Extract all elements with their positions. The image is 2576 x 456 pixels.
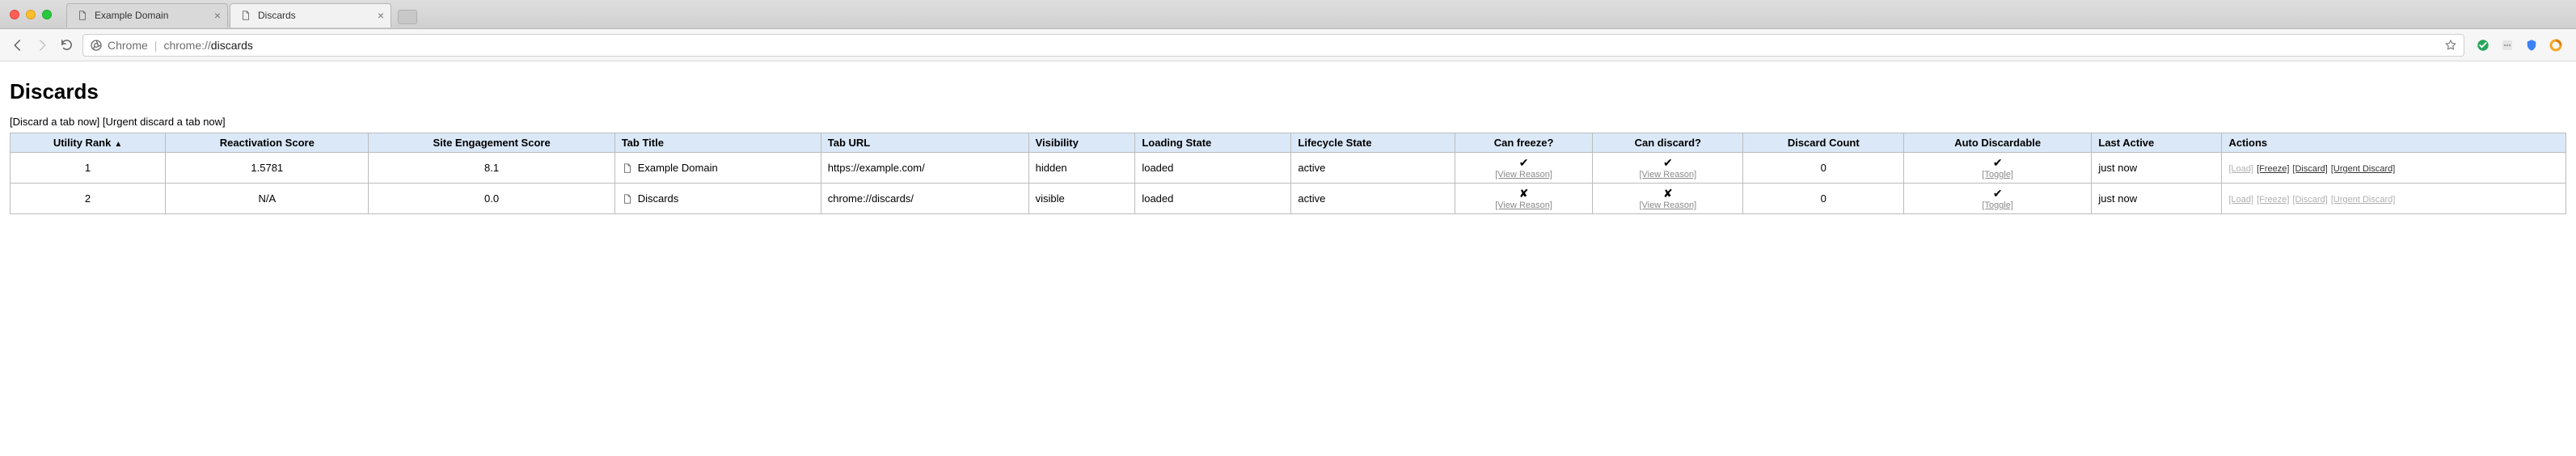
col-visibility[interactable]: Visibility bbox=[1028, 133, 1135, 153]
cell-loading-state: loaded bbox=[1135, 184, 1291, 214]
col-reactivation-score[interactable]: Reactivation Score bbox=[166, 133, 369, 153]
browser-tab[interactable]: Discards × bbox=[230, 3, 391, 27]
discard-tab-now-link[interactable]: [Discard a tab now] bbox=[10, 116, 99, 128]
cell-auto-discardable: ✔[Toggle] bbox=[1903, 184, 2091, 214]
cell-visibility: visible bbox=[1028, 184, 1135, 214]
cell-discard-count: 0 bbox=[1743, 153, 1904, 184]
cell-utility-rank: 1 bbox=[11, 153, 166, 184]
discards-table: Utility Rank Reactivation Score Site Eng… bbox=[10, 133, 2566, 214]
freeze-action: [Freeze] bbox=[2257, 195, 2289, 205]
reload-button[interactable] bbox=[58, 37, 74, 53]
cell-reactivation-score: 1.5781 bbox=[166, 153, 369, 184]
quick-action-row: [Discard a tab now] [Urgent discard a ta… bbox=[10, 116, 2566, 128]
load-action: [Load] bbox=[2228, 164, 2253, 174]
page-content: Discards [Discard a tab now] [Urgent dis… bbox=[0, 61, 2576, 214]
view-reason-link[interactable]: [View Reason] bbox=[1462, 170, 1586, 179]
col-can-freeze[interactable]: Can freeze? bbox=[1455, 133, 1593, 153]
cell-auto-discardable: ✔[Toggle] bbox=[1903, 153, 2091, 184]
titlebar: Example Domain × Discards × bbox=[0, 0, 2576, 29]
extension-shield-icon[interactable] bbox=[2524, 38, 2539, 53]
col-site-engagement[interactable]: Site Engagement Score bbox=[369, 133, 614, 153]
cell-can-freeze: ✔[View Reason] bbox=[1455, 153, 1593, 184]
new-tab-button[interactable] bbox=[398, 10, 417, 24]
cell-site-engagement: 0.0 bbox=[369, 184, 614, 214]
cell-last-active: just now bbox=[2092, 184, 2222, 214]
cell-tab-title: Example Domain bbox=[614, 153, 821, 184]
cell-can-discard: ✘[View Reason] bbox=[1593, 184, 1743, 214]
discard-action: [Discard] bbox=[2292, 195, 2327, 205]
cell-lifecycle-state: active bbox=[1291, 153, 1455, 184]
page-heading: Discards bbox=[10, 79, 2566, 104]
cell-site-engagement: 8.1 bbox=[369, 153, 614, 184]
cell-tab-url: https://example.com/ bbox=[821, 153, 1028, 184]
address-bar[interactable]: Chrome | chrome://discards bbox=[82, 34, 2464, 57]
page-icon bbox=[622, 193, 633, 205]
cell-loading-state: loaded bbox=[1135, 153, 1291, 184]
bookmark-star-icon[interactable] bbox=[2444, 39, 2457, 52]
window-controls bbox=[10, 10, 52, 19]
address-scheme-label: Chrome bbox=[108, 39, 148, 52]
col-discard-count[interactable]: Discard Count bbox=[1743, 133, 1904, 153]
col-tab-url[interactable]: Tab URL bbox=[821, 133, 1028, 153]
table-row: 11.57818.1Example Domainhttps://example.… bbox=[11, 153, 2566, 184]
cell-tab-url: chrome://discards/ bbox=[821, 184, 1028, 214]
toolbar: Chrome | chrome://discards bbox=[0, 29, 2576, 61]
toggle-link[interactable]: [Toggle] bbox=[1911, 201, 2084, 210]
load-action: [Load] bbox=[2228, 195, 2253, 205]
cell-lifecycle-state: active bbox=[1291, 184, 1455, 214]
urgent-discard-tab-now-link[interactable]: [Urgent discard a tab now] bbox=[103, 116, 226, 128]
browser-chrome: Example Domain × Discards × Chrome | chrome… bbox=[0, 0, 2576, 61]
extension-icons bbox=[2473, 38, 2566, 53]
minimize-window-button[interactable] bbox=[26, 10, 36, 19]
forward-button[interactable] bbox=[34, 37, 50, 53]
page-icon bbox=[622, 163, 633, 174]
back-button[interactable] bbox=[10, 37, 26, 53]
extension-generic-icon[interactable] bbox=[2500, 38, 2515, 53]
extension-orange-ring-icon[interactable] bbox=[2549, 38, 2563, 53]
col-can-discard[interactable]: Can discard? bbox=[1593, 133, 1743, 153]
tab-title: Example Domain bbox=[95, 10, 168, 21]
cell-tab-title: Discards bbox=[614, 184, 821, 214]
close-tab-icon[interactable]: × bbox=[378, 9, 384, 22]
close-tab-icon[interactable]: × bbox=[214, 9, 221, 22]
page-icon bbox=[77, 10, 88, 21]
cell-can-freeze: ✘[View Reason] bbox=[1455, 184, 1593, 214]
tab-title: Discards bbox=[258, 10, 296, 21]
cell-visibility: hidden bbox=[1028, 153, 1135, 184]
view-reason-link[interactable]: [View Reason] bbox=[1462, 201, 1586, 210]
table-header-row: Utility Rank Reactivation Score Site Eng… bbox=[11, 133, 2566, 153]
col-actions[interactable]: Actions bbox=[2222, 133, 2566, 153]
cell-actions: [Load] [Freeze][Discard] [Urgent Discard] bbox=[2222, 153, 2566, 184]
urgent-discard-action[interactable]: [Urgent Discard] bbox=[2331, 164, 2395, 174]
browser-tab[interactable]: Example Domain × bbox=[66, 3, 228, 27]
cell-discard-count: 0 bbox=[1743, 184, 1904, 214]
view-reason-link[interactable]: [View Reason] bbox=[1599, 201, 1736, 210]
col-lifecycle-state[interactable]: Lifecycle State bbox=[1291, 133, 1455, 153]
chrome-scheme-icon bbox=[90, 39, 103, 52]
page-icon bbox=[240, 10, 251, 21]
urgent-discard-action: [Urgent Discard] bbox=[2331, 195, 2395, 205]
address-url: chrome://discards bbox=[163, 39, 253, 52]
cell-can-discard: ✔[View Reason] bbox=[1593, 153, 1743, 184]
cell-reactivation-score: N/A bbox=[166, 184, 369, 214]
tab-strip: Example Domain × Discards × bbox=[66, 0, 417, 27]
cell-last-active: just now bbox=[2092, 153, 2222, 184]
freeze-action[interactable]: [Freeze] bbox=[2257, 164, 2289, 174]
discard-action[interactable]: [Discard] bbox=[2292, 164, 2327, 174]
close-window-button[interactable] bbox=[10, 10, 19, 19]
table-row: 2N/A0.0Discardschrome://discards/visible… bbox=[11, 184, 2566, 214]
cell-utility-rank: 2 bbox=[11, 184, 166, 214]
toggle-link[interactable]: [Toggle] bbox=[1911, 170, 2084, 179]
view-reason-link[interactable]: [View Reason] bbox=[1599, 170, 1736, 179]
col-loading-state[interactable]: Loading State bbox=[1135, 133, 1291, 153]
col-utility-rank[interactable]: Utility Rank bbox=[11, 133, 166, 153]
maximize-window-button[interactable] bbox=[42, 10, 52, 19]
col-auto-discardable[interactable]: Auto Discardable bbox=[1903, 133, 2091, 153]
col-tab-title[interactable]: Tab Title bbox=[614, 133, 821, 153]
col-last-active[interactable]: Last Active bbox=[2092, 133, 2222, 153]
extension-green-check-icon[interactable] bbox=[2476, 38, 2490, 53]
cell-actions: [Load] [Freeze][Discard] [Urgent Discard] bbox=[2222, 184, 2566, 214]
